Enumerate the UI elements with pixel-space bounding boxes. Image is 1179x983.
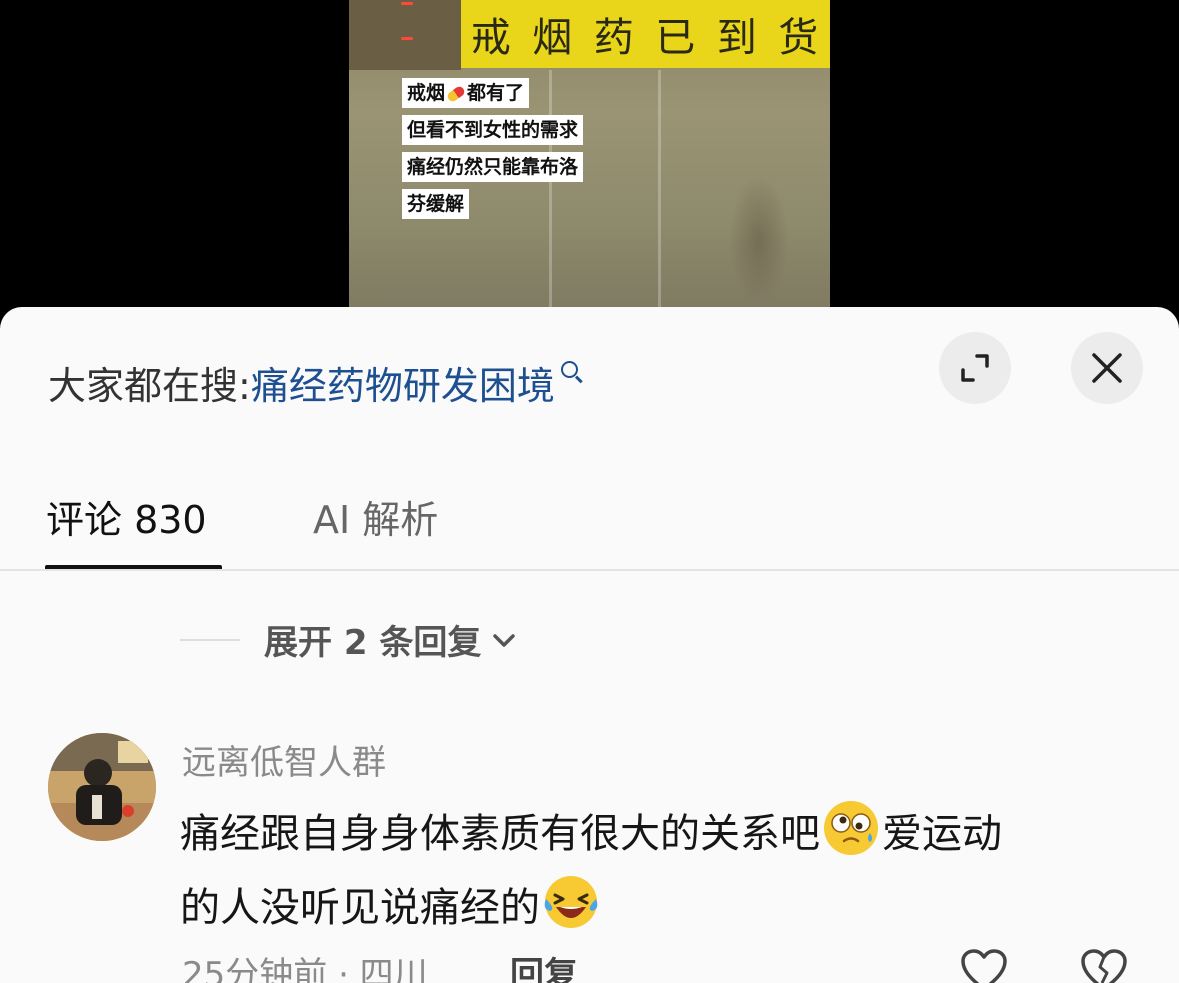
caption-text: 戒烟: [407, 82, 446, 104]
comment-username[interactable]: 远离低智人群: [182, 735, 386, 784]
comment-meta: 25分钟前 · 四川: [182, 955, 428, 983]
comment-sheet: 大家都在搜:痛经药物研发困境 评论 830 AI 解析 展开 2 条回复 远离低…: [0, 307, 1179, 983]
tab-comments[interactable]: 评论 830: [46, 489, 207, 544]
sign-char: 已: [655, 15, 698, 61]
sign-char: 烟: [532, 15, 575, 61]
expand-button[interactable]: [939, 332, 1011, 404]
pill-icon: [445, 84, 467, 103]
tab-ai-analysis[interactable]: AI 解析: [313, 489, 438, 544]
sign-char: 药: [593, 15, 636, 61]
heart-icon[interactable]: [960, 949, 1008, 983]
door-edge: [658, 70, 661, 310]
video-sign: 戒 烟 药 已 到 货: [461, 0, 830, 68]
reply-button[interactable]: 回复: [510, 947, 578, 983]
dizzy-face-emoji-icon: [824, 801, 878, 855]
blurred-figure: [729, 175, 789, 305]
chevron-down-icon: [493, 633, 516, 647]
wall-frame: [349, 0, 461, 70]
laughing-tears-emoji-icon: [544, 876, 598, 928]
tab-bar: 评论 830 AI 解析: [0, 457, 1179, 571]
broken-heart-icon[interactable]: [1080, 949, 1128, 983]
red-light: [401, 37, 413, 40]
expand-replies-label: 展开 2 条回复: [264, 623, 482, 663]
red-light: [401, 2, 413, 5]
comment-text-part: 爱运动: [882, 811, 1002, 857]
caption-line: 痛经仍然只能靠布洛: [402, 152, 584, 182]
comment-text-part: 的人没听见说痛经的: [180, 885, 540, 931]
comment-text-part: 痛经跟自身身体素质有很大的关系吧: [180, 811, 820, 857]
reply-thread-line: [180, 638, 240, 641]
video-player[interactable]: 戒 烟 药 已 到 货 戒烟 都有了 但看不到女性的需求 痛经仍然只能靠布洛 芬缓…: [349, 0, 830, 320]
search-icon: [560, 361, 578, 378]
caption-line: 戒烟 都有了: [402, 78, 530, 108]
sign-char: 货: [778, 15, 821, 61]
expand-icon: [961, 354, 989, 382]
close-icon: [1092, 353, 1122, 383]
expand-replies-button[interactable]: 展开 2 条回复: [180, 615, 517, 664]
tab-divider: [0, 569, 1179, 571]
comment-body: 痛经跟自身身体素质有很大的关系吧 爱运动 的人没听见说痛经的: [180, 797, 1140, 945]
caption-line: 但看不到女性的需求: [402, 115, 584, 145]
sign-char: 到: [716, 15, 759, 61]
trending-search[interactable]: 大家都在搜:痛经药物研发困境: [48, 355, 578, 410]
video-captions: 戒烟 都有了 但看不到女性的需求 痛经仍然只能靠布洛 芬缓解: [402, 78, 584, 226]
avatar-photo: [48, 733, 156, 841]
search-prefix: 大家都在搜:: [48, 364, 251, 408]
caption-text: 都有了: [467, 82, 525, 104]
search-term[interactable]: 痛经药物研发困境: [251, 364, 555, 408]
close-button[interactable]: [1071, 332, 1143, 404]
caption-line: 芬缓解: [402, 189, 470, 219]
sign-char: 戒: [470, 15, 513, 61]
avatar[interactable]: [48, 733, 156, 841]
